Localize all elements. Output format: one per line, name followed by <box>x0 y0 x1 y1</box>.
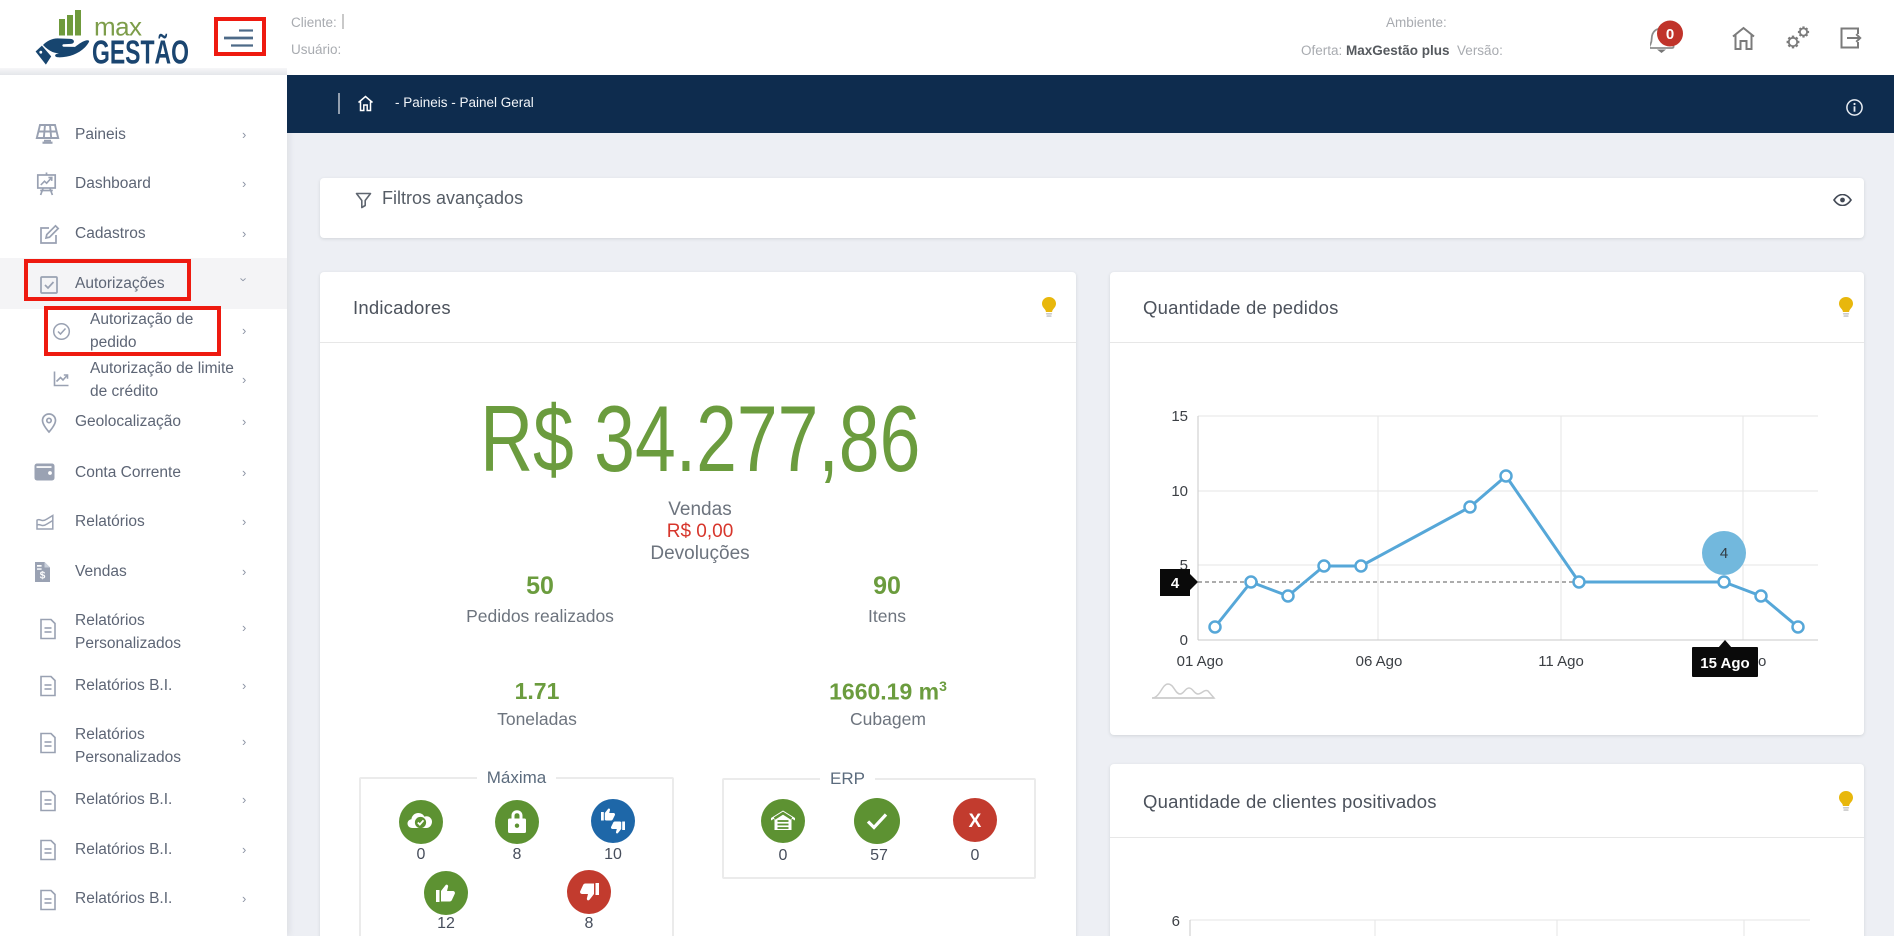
svg-text:6: 6 <box>1172 913 1180 930</box>
svg-text:4: 4 <box>1720 545 1728 562</box>
svg-text:X: X <box>969 811 982 832</box>
svg-text:15: 15 <box>1171 408 1188 425</box>
svg-text:06 Ago: 06 Ago <box>1356 653 1403 670</box>
svg-text:4: 4 <box>1171 575 1180 592</box>
svg-text:0: 0 <box>1180 632 1188 649</box>
svg-text:11 Ago: 11 Ago <box>1538 653 1584 670</box>
svg-text:15 Ago: 15 Ago <box>1700 655 1749 672</box>
svg-text:10: 10 <box>1171 483 1188 500</box>
svg-text:01 Ago: 01 Ago <box>1177 653 1224 670</box>
svg-text:GESTÃO: GESTÃO <box>92 34 189 71</box>
svg-text:0: 0 <box>1666 26 1674 43</box>
svg-text:$: $ <box>40 571 46 582</box>
